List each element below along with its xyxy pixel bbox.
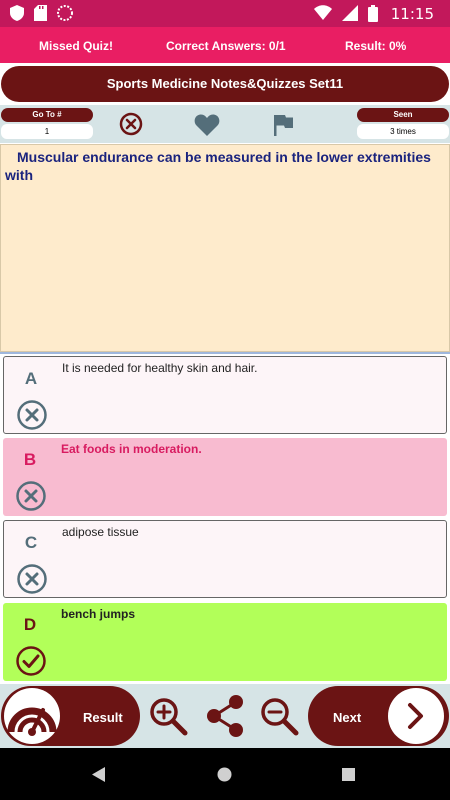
home-icon[interactable] [217, 767, 232, 782]
sd-card-icon [34, 5, 47, 21]
gauge-icon [7, 707, 57, 736]
cancel-icon[interactable] [119, 112, 143, 136]
option-c[interactable]: C adipose tissue [3, 520, 447, 598]
zoom-in-icon[interactable] [148, 696, 188, 736]
share-icon[interactable] [203, 694, 247, 738]
recents-icon[interactable] [342, 768, 355, 781]
option-a-letter: A [24, 369, 38, 388]
question-text: Muscular endurance can be measured in th… [0, 144, 450, 352]
option-b-letter: B [23, 450, 37, 469]
seen-control: Seen 3 times [357, 108, 449, 139]
question-divider [0, 352, 450, 354]
option-d[interactable]: D bench jumps [3, 603, 447, 681]
option-b[interactable]: B Eat foods in moderation. [3, 438, 447, 516]
back-icon[interactable] [92, 767, 106, 782]
check-mark-icon [16, 646, 46, 676]
score-bar: Missed Quiz! Correct Answers: 0/1 Result… [0, 27, 450, 63]
quiz-toolbar: Go To # 1 Seen 3 times [0, 105, 450, 143]
correct-answers-label: Correct Answers: 0/1 [166, 39, 286, 53]
goto-label[interactable]: Go To # [1, 108, 93, 122]
zoom-out-icon[interactable] [259, 696, 299, 736]
wrong-mark-icon [17, 564, 47, 594]
system-nav-bar [0, 748, 450, 800]
goto-value[interactable]: 1 [1, 124, 93, 139]
seen-label: Seen [357, 108, 449, 122]
signal-icon [342, 5, 358, 21]
result-label: Result [83, 710, 123, 725]
battery-icon [368, 5, 378, 22]
sync-icon [57, 5, 73, 21]
clock: 11:15 [390, 5, 434, 23]
option-a-text: It is needed for healthy skin and hair. [62, 361, 258, 375]
shield-icon [10, 5, 24, 21]
option-c-letter: C [24, 533, 38, 552]
next-label: Next [333, 710, 362, 725]
result-percent-label: Result: 0% [345, 39, 407, 53]
status-right-icons [314, 5, 378, 22]
goto-control[interactable]: Go To # 1 [1, 108, 93, 139]
option-a[interactable]: A It is needed for healthy skin and hair… [3, 356, 447, 434]
missed-quiz-label: Missed Quiz! [39, 39, 114, 53]
wrong-mark-icon [17, 400, 47, 430]
option-b-text: Eat foods in moderation. [61, 442, 202, 456]
bottom-action-bar: Result Next [0, 684, 450, 748]
wrong-mark-icon [16, 481, 46, 511]
result-button[interactable]: Result [1, 686, 140, 746]
heart-icon[interactable] [194, 113, 220, 137]
chevron-right-icon [408, 703, 423, 729]
status-bar: 11:15 [0, 0, 450, 27]
seen-value: 3 times [357, 124, 449, 139]
next-arrow-circle [388, 688, 444, 744]
next-button[interactable]: Next [308, 686, 449, 746]
quiz-title: Sports Medicine Notes&Quizzes Set11 [1, 66, 449, 102]
wifi-icon [314, 5, 332, 20]
option-d-text: bench jumps [61, 607, 136, 621]
option-d-letter: D [23, 615, 37, 634]
status-left-icons [10, 5, 73, 21]
gauge-icon-circle [4, 688, 60, 744]
flag-icon[interactable] [272, 114, 294, 136]
option-c-text: adipose tissue [62, 525, 139, 539]
